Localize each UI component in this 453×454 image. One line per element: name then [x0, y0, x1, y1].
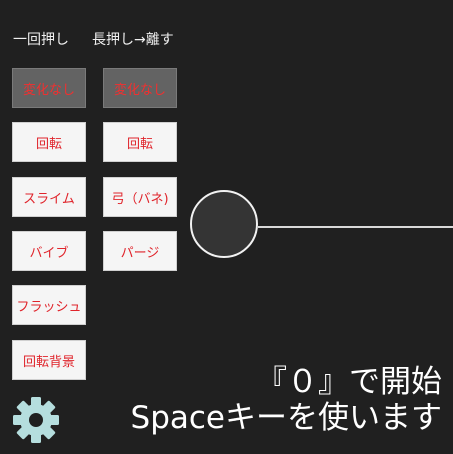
settings-button[interactable] — [10, 394, 62, 446]
ball[interactable] — [190, 190, 258, 258]
short-press-option-none-button[interactable]: 変化なし — [12, 68, 86, 108]
short-press-option-rotate-bg-button[interactable]: 回転背景 — [12, 340, 86, 380]
short-press-option-slime-button[interactable]: スライム — [12, 177, 86, 217]
short-press-option-rotate-button[interactable]: 回転 — [12, 122, 86, 162]
long-press-option-none-button[interactable]: 変化なし — [103, 68, 177, 108]
gear-icon — [13, 397, 59, 443]
short-press-option-flash-button[interactable]: フラッシュ — [12, 285, 86, 325]
header-long-press-label: 長押し→離す — [92, 32, 174, 48]
short-press-option-vibe-button[interactable]: バイブ — [12, 231, 86, 271]
long-press-option-bow-button[interactable]: 弓（バネ) — [103, 177, 177, 217]
start-instruction-text: 『０』で開始 — [256, 364, 442, 400]
string-line — [258, 226, 453, 228]
space-key-instruction-text: Spaceキーを使います — [130, 400, 442, 436]
header-short-press-label: 一回押し — [13, 32, 69, 48]
long-press-option-rotate-button[interactable]: 回転 — [103, 122, 177, 162]
long-press-option-purge-button[interactable]: パージ — [103, 231, 177, 271]
